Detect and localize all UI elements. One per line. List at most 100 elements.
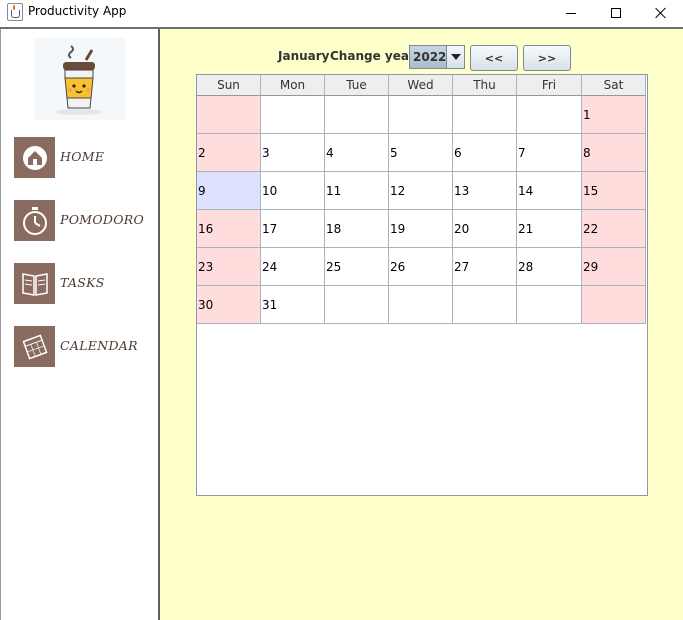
day-number: 18 bbox=[326, 222, 342, 236]
calendar-day-cell[interactable]: 27 bbox=[453, 248, 517, 286]
calendar-empty-cell[interactable] bbox=[197, 96, 261, 134]
day-number: 3 bbox=[262, 146, 270, 160]
day-header-wed: Wed bbox=[389, 75, 453, 96]
calendar-day-cell[interactable]: 15 bbox=[582, 172, 646, 210]
calendar-empty-cell[interactable] bbox=[261, 96, 325, 134]
calendar-day-cell[interactable]: 3 bbox=[261, 134, 325, 172]
calendar-day-cell[interactable]: 24 bbox=[261, 248, 325, 286]
day-number: 5 bbox=[390, 146, 398, 160]
day-number: 17 bbox=[262, 222, 278, 236]
day-number: 8 bbox=[583, 146, 591, 160]
day-header-sun: Sun bbox=[197, 75, 261, 96]
day-number: 25 bbox=[326, 260, 342, 274]
calendar-empty-cell[interactable] bbox=[325, 286, 389, 324]
day-number: 15 bbox=[583, 184, 599, 198]
sidebar-item-tasks[interactable]: TASKS bbox=[14, 263, 154, 305]
calendar-day-cell[interactable]: 31 bbox=[261, 286, 325, 324]
day-number: 4 bbox=[326, 146, 334, 160]
java-app-icon bbox=[7, 3, 23, 21]
day-number: 29 bbox=[583, 260, 599, 274]
day-number: 13 bbox=[454, 184, 470, 198]
book-icon bbox=[14, 263, 55, 304]
calendar-day-cell[interactable]: 5 bbox=[389, 134, 453, 172]
calendar-day-cell[interactable]: 13 bbox=[453, 172, 517, 210]
stopwatch-icon bbox=[14, 200, 55, 241]
sidebar-item-pomodoro[interactable]: POMODORO bbox=[14, 200, 154, 242]
previous-month-button[interactable]: << bbox=[470, 45, 518, 71]
day-header-fri: Fri bbox=[517, 75, 582, 96]
calendar-day-cell[interactable]: 11 bbox=[325, 172, 389, 210]
calendar-day-cell[interactable]: 10 bbox=[261, 172, 325, 210]
day-number: 26 bbox=[390, 260, 406, 274]
calendar-day-cell[interactable]: 20 bbox=[453, 210, 517, 248]
day-header-tue: Tue bbox=[325, 75, 389, 96]
sidebar-item-calendar[interactable]: CALENDAR bbox=[14, 326, 154, 368]
calendar-day-cell[interactable]: 25 bbox=[325, 248, 389, 286]
calendar-empty-cell[interactable] bbox=[389, 286, 453, 324]
calendar-day-cell[interactable]: 16 bbox=[197, 210, 261, 248]
day-number: 31 bbox=[262, 298, 278, 312]
day-number: 6 bbox=[454, 146, 462, 160]
day-number: 27 bbox=[454, 260, 470, 274]
calendar-empty-cell[interactable] bbox=[389, 96, 453, 134]
day-header-mon: Mon bbox=[261, 75, 325, 96]
day-number: 11 bbox=[326, 184, 342, 198]
day-number: 22 bbox=[583, 222, 599, 236]
calendar-day-cell[interactable]: 28 bbox=[517, 248, 582, 286]
calendar-day-cell[interactable]: 22 bbox=[582, 210, 646, 248]
main-panel: January Change year: 2022 << >> Sun Mon Tu… bbox=[160, 29, 683, 620]
calendar-day-cell[interactable]: 14 bbox=[517, 172, 582, 210]
day-number: 9 bbox=[198, 184, 206, 198]
calendar-day-cell[interactable]: 4 bbox=[325, 134, 389, 172]
calendar-day-cell[interactable]: 2 bbox=[197, 134, 261, 172]
day-number: 14 bbox=[518, 184, 534, 198]
sidebar: HOME POMODORO TASKS CALENDAR bbox=[0, 29, 160, 620]
calendar-day-cell[interactable]: 6 bbox=[453, 134, 517, 172]
day-number: 24 bbox=[262, 260, 278, 274]
calendar-day-cell[interactable]: 12 bbox=[389, 172, 453, 210]
year-dropdown[interactable]: 2022 bbox=[409, 45, 465, 69]
calendar-day-cell[interactable]: 9 bbox=[197, 172, 261, 210]
calendar-day-cell[interactable]: 7 bbox=[517, 134, 582, 172]
calendar-empty-cell[interactable] bbox=[453, 96, 517, 134]
day-number: 7 bbox=[518, 146, 526, 160]
day-number: 2 bbox=[198, 146, 206, 160]
calendar-day-cell[interactable]: 21 bbox=[517, 210, 582, 248]
calendar-day-cell[interactable]: 26 bbox=[389, 248, 453, 286]
coffee-cup-logo-icon bbox=[55, 45, 103, 115]
calendar-day-cell[interactable]: 29 bbox=[582, 248, 646, 286]
calendar-empty-cell[interactable] bbox=[325, 96, 389, 134]
calendar-empty-cell[interactable] bbox=[517, 96, 582, 134]
month-label: January bbox=[278, 49, 330, 63]
calendar-day-cell[interactable]: 23 bbox=[197, 248, 261, 286]
window-title: Productivity App bbox=[28, 4, 127, 18]
calendar-day-cell[interactable]: 8 bbox=[582, 134, 646, 172]
sidebar-item-label: CALENDAR bbox=[60, 338, 138, 353]
home-icon bbox=[14, 137, 55, 178]
day-number: 10 bbox=[262, 184, 278, 198]
change-year-label: Change year: bbox=[330, 49, 420, 63]
calendar-day-cell[interactable]: 18 bbox=[325, 210, 389, 248]
maximize-button[interactable] bbox=[593, 0, 639, 26]
sidebar-item-home[interactable]: HOME bbox=[14, 137, 154, 179]
calendar-empty-cell[interactable] bbox=[453, 286, 517, 324]
day-number: 23 bbox=[198, 260, 214, 274]
calendar-empty-cell[interactable] bbox=[517, 286, 582, 324]
calendar-icon bbox=[14, 326, 55, 367]
calendar-empty-cell[interactable] bbox=[582, 286, 646, 324]
minimize-button[interactable] bbox=[548, 0, 594, 26]
calendar-day-cell[interactable]: 19 bbox=[389, 210, 453, 248]
next-month-button[interactable]: >> bbox=[523, 45, 571, 71]
calendar-day-cell[interactable]: 1 bbox=[582, 96, 646, 134]
day-number: 30 bbox=[198, 298, 214, 312]
close-icon bbox=[655, 7, 667, 19]
close-button[interactable] bbox=[638, 0, 683, 26]
calendar-day-cell[interactable]: 17 bbox=[261, 210, 325, 248]
day-number: 1 bbox=[583, 108, 591, 122]
sidebar-item-label: HOME bbox=[60, 149, 105, 164]
calendar-day-cell[interactable]: 30 bbox=[197, 286, 261, 324]
day-number: 12 bbox=[390, 184, 406, 198]
calendar-grid: Sun Mon Tue Wed Thu Fri Sat 1 2 3 4 5 6 7 8 9 10 11 12 13 14… bbox=[196, 74, 648, 496]
chevron-down-icon[interactable] bbox=[446, 46, 464, 68]
day-number: 21 bbox=[518, 222, 534, 236]
